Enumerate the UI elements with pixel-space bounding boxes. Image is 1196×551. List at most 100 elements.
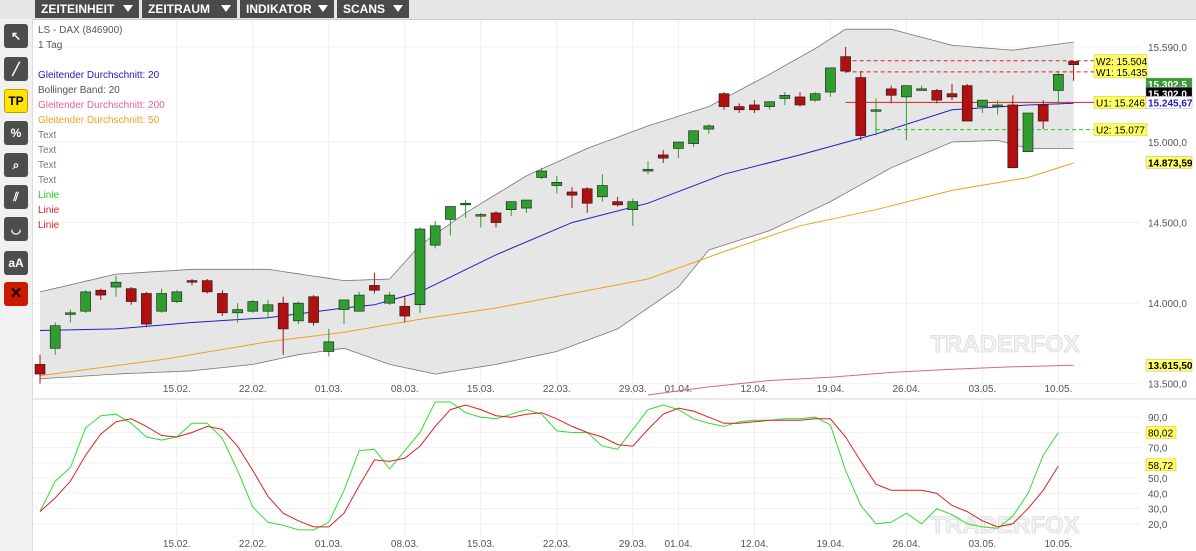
legend-item: Linie	[38, 205, 60, 216]
candle-body	[399, 306, 411, 317]
menu-zeiteinheit-button[interactable]: ZEITEINHEIT	[35, 0, 139, 18]
level-tag: U2: 15.077	[1096, 126, 1145, 137]
chart-svg[interactable]: 15.02. 15.02. 22.02. 22.02. 01.03. 01.03. 08.0…	[0, 0, 1196, 551]
candle-body	[353, 294, 365, 312]
legend-item: Gleitender Durchschnitt: 200	[38, 100, 165, 111]
candle-body	[551, 182, 563, 186]
instrument-label: LS - DAX (846900)	[38, 25, 123, 36]
y-tick-label: 50,0	[1148, 474, 1168, 485]
chevron-down-icon	[221, 5, 231, 12]
candle-body	[779, 94, 791, 99]
candle-body	[825, 67, 836, 93]
candle-body	[581, 188, 593, 204]
top-menu-bar: ZEITEINHEIT ZEITRAUM INDIKATOR SCANS	[0, 0, 1196, 20]
osc-tag: 58,72	[1148, 461, 1173, 472]
candle-body	[475, 214, 487, 217]
y-tick-label: 40,0	[1148, 489, 1168, 500]
menu-label: ZEITEINHEIT	[41, 2, 115, 16]
chevron-down-icon	[123, 5, 133, 12]
candle-body	[95, 289, 107, 296]
candle-body	[703, 125, 715, 130]
level-tag: W1: 15.435	[1096, 68, 1148, 79]
cursor-tool-button[interactable]: ↖	[4, 24, 28, 48]
candle-body	[232, 309, 243, 314]
x-tick-label: 03.05.	[968, 539, 996, 550]
menu-label: INDIKATOR	[246, 2, 312, 16]
magnifier-tool-button[interactable]: ⌕	[4, 153, 28, 177]
candle-body	[490, 212, 502, 223]
x-tick-label: 03.05.	[968, 384, 996, 395]
y-tick-label: 14.000,0	[1148, 299, 1187, 310]
candle-body	[642, 169, 654, 172]
x-tick-label: 08.03.	[391, 539, 419, 550]
candle-body	[201, 280, 213, 293]
candle-body	[612, 201, 623, 206]
candle-body	[977, 99, 988, 107]
legend-item: Text	[38, 130, 57, 141]
x-tick-label: 10.05.	[1044, 539, 1072, 550]
candle-body	[186, 280, 198, 283]
candle-body	[323, 341, 335, 352]
candle-body	[855, 77, 867, 136]
candle-body	[688, 130, 699, 144]
menu-scans-button[interactable]: SCANS	[337, 0, 409, 18]
candle-body	[429, 225, 441, 246]
candle-body	[521, 199, 532, 209]
candle-body	[1037, 104, 1049, 122]
menu-label: SCANS	[343, 2, 386, 16]
candle-body	[870, 109, 882, 112]
x-tick-label: 22.03.	[543, 539, 571, 550]
candle-body	[34, 364, 46, 375]
candle-body	[384, 294, 395, 304]
drawing-toolbar: ↖ ╱ TP% ⌕ ⫽ ◡ aA ✕	[0, 19, 33, 551]
price-tag: 14.873,59	[1148, 158, 1193, 169]
legend-item: Text	[38, 160, 57, 171]
line-draw-tool-button[interactable]: ╱	[4, 57, 28, 81]
candle-body	[946, 93, 958, 98]
timeframe-label: 1 Tag	[38, 40, 63, 51]
legend-item: Text	[38, 145, 57, 156]
candle-body	[840, 56, 851, 72]
candle-body	[1053, 74, 1064, 91]
legend-item: Linie	[38, 220, 60, 231]
tool-aa-button[interactable]: aA	[4, 251, 28, 275]
x-tick-label: 26.04.	[892, 384, 920, 395]
x-tick-label: 22.02.	[239, 384, 267, 395]
x-tick-label: 01.03.	[315, 384, 343, 395]
watermark: TRADERFOX	[930, 331, 1079, 358]
x-tick-label: 12.04.	[740, 539, 768, 550]
candle-body	[536, 170, 547, 178]
x-tick-label: 22.02.	[239, 539, 267, 550]
chevron-down-icon	[393, 5, 403, 12]
y-tick-label: 90,0	[1148, 413, 1168, 424]
x-tick-label: 01.03.	[315, 539, 343, 550]
parallel-lines-tool-button[interactable]: ⫽	[4, 185, 28, 209]
y-tick-label: 70,0	[1148, 444, 1168, 455]
tool-label: %	[10, 126, 22, 140]
x-tick-label: 19.04.	[816, 384, 844, 395]
price-tag: 13.615,50	[1148, 361, 1193, 372]
magnifier-icon: ⌕	[12, 158, 20, 172]
candle-body	[65, 312, 76, 315]
candle-body	[460, 202, 471, 206]
legend-item: Text	[38, 175, 57, 186]
arc-tool-button[interactable]: ◡	[4, 217, 28, 241]
candle-body	[156, 293, 167, 312]
candle-body	[445, 206, 456, 220]
candle-body	[885, 88, 897, 96]
menu-indikator-button[interactable]: INDIKATOR	[240, 0, 334, 18]
legend-item: Linie	[38, 190, 60, 201]
candle-body	[110, 281, 122, 288]
tool-percent-button[interactable]: %	[4, 121, 28, 145]
x-tick-label: 15.02.	[163, 384, 191, 395]
delete-tool-button[interactable]: ✕	[4, 282, 28, 306]
candle-body	[597, 185, 608, 198]
candle-body	[627, 201, 639, 210]
legend-item: Gleitender Durchschnitt: 20	[38, 70, 160, 81]
delete-icon: ✕	[9, 285, 23, 302]
tool-tp-button[interactable]: TP	[4, 89, 28, 113]
y-tick-label: 15.590,0	[1148, 43, 1187, 54]
menu-zeitraum-button[interactable]: ZEITRAUM	[142, 0, 237, 18]
candle-body	[505, 201, 517, 210]
x-tick-label: 29.03.	[619, 539, 647, 550]
